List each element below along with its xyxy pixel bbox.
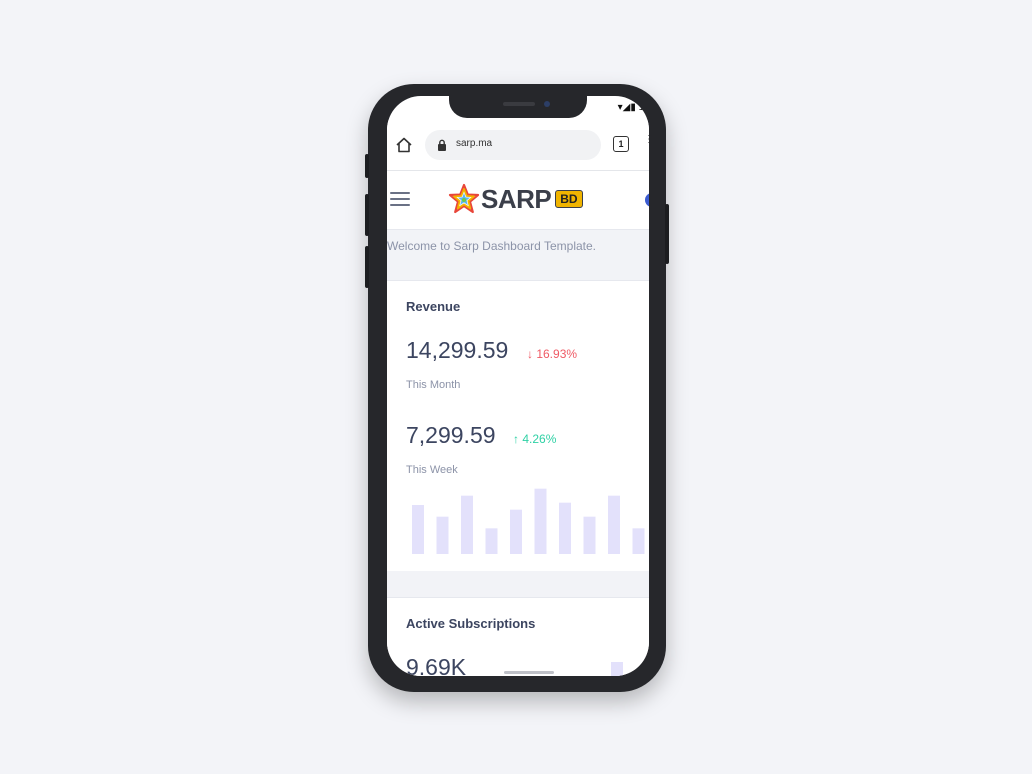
logo-text: SARP xyxy=(481,183,552,214)
revenue-bar xyxy=(534,488,547,554)
welcome-text: Welcome to Sarp Dashboard Template. xyxy=(387,239,596,253)
avatar[interactable] xyxy=(645,193,649,207)
volume-up-button xyxy=(365,194,369,236)
month-label: This Month xyxy=(406,379,461,391)
revenue-bar xyxy=(608,495,620,554)
welcome-banner: Welcome to Sarp Dashboard Template. xyxy=(387,230,649,280)
tab-switcher-button[interactable]: 1 xyxy=(613,136,629,152)
revenue-bar xyxy=(583,516,596,554)
phone-screen: ▾◢▮ 11 sarp.ma 1 ⋮ SARP BD Welcome to Sa… xyxy=(387,96,649,676)
month-revenue-value: 14,299.59 xyxy=(406,337,509,363)
browser-menu-icon[interactable]: ⋮ xyxy=(644,135,649,152)
browser-toolbar: sarp.ma 1 ⋮ xyxy=(387,120,649,171)
week-change-badge: ↑ 4.26% xyxy=(513,432,557,446)
revenue-bar xyxy=(436,516,449,554)
subscriptions-value: 9.69K xyxy=(406,654,467,676)
status-icons: ▾◢▮ 11 xyxy=(617,102,649,113)
lock-icon xyxy=(438,139,446,151)
card-title: Active Subscriptions xyxy=(406,616,536,631)
power-button xyxy=(665,204,669,264)
menu-icon[interactable] xyxy=(390,192,410,206)
app-header: SARP BD xyxy=(387,171,649,230)
subscriptions-card: Active Subscriptions 9.69K xyxy=(387,597,649,676)
week-revenue-value: 7,299.59 xyxy=(406,422,496,448)
notch xyxy=(449,96,587,118)
subscriptions-chart-bar xyxy=(611,662,623,676)
front-camera xyxy=(544,101,550,107)
home-icon[interactable] xyxy=(395,136,413,154)
revenue-bar xyxy=(485,528,498,554)
revenue-bar xyxy=(632,528,645,554)
section-gap xyxy=(387,571,649,597)
url-text: sarp.ma xyxy=(456,138,493,149)
revenue-bar-chart xyxy=(412,488,645,554)
logo-badge: BD xyxy=(555,190,583,208)
month-change-badge: ↓ 16.93% xyxy=(527,347,578,361)
revenue-bar xyxy=(510,509,522,554)
home-indicator[interactable] xyxy=(504,671,554,674)
logo[interactable]: SARP BD xyxy=(448,182,583,216)
week-label: This Week xyxy=(406,464,458,476)
card-title: Revenue xyxy=(406,299,461,314)
address-bar[interactable]: sarp.ma xyxy=(425,130,601,160)
logo-star-icon xyxy=(448,183,480,214)
revenue-card: Revenue 14,299.59 ↓ 16.93% This Month 7,… xyxy=(387,280,649,571)
phone-frame: ▾◢▮ 11 sarp.ma 1 ⋮ SARP BD Welcome to Sa… xyxy=(365,84,669,692)
revenue-bar xyxy=(461,495,473,554)
revenue-bar xyxy=(412,505,424,554)
volume-down-button xyxy=(365,246,369,288)
speaker-grille xyxy=(503,102,535,106)
mute-switch xyxy=(365,154,369,178)
revenue-bar xyxy=(559,502,571,554)
